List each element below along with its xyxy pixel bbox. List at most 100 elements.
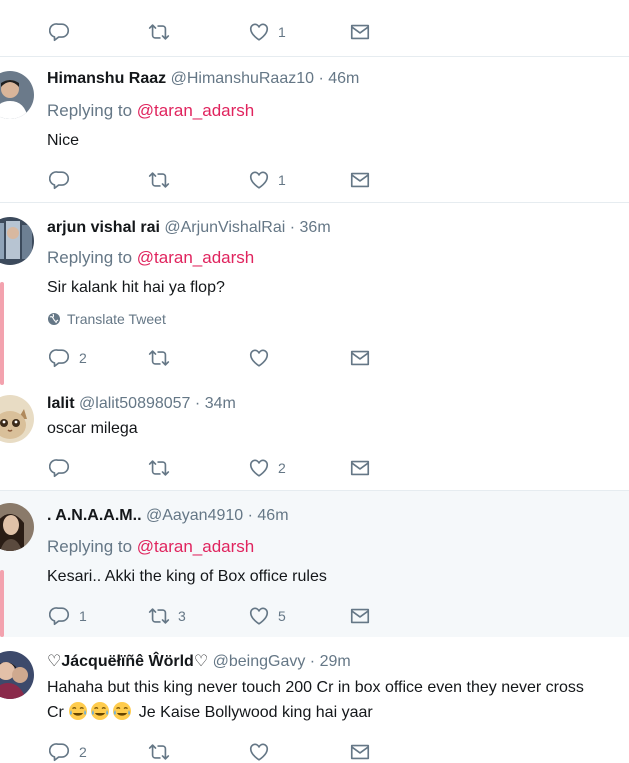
avatar[interactable] [0,395,34,443]
reply-icon [49,741,71,763]
like-button[interactable]: 1 [248,169,286,191]
tweet-partial-top[interactable]: 1 [0,0,629,56]
tweet-text-suffix: Je Kaise Bollywood king hai yaar [138,704,373,721]
profile-photo [0,651,34,699]
author-handle[interactable]: @HimanshuRaaz10 [171,70,314,87]
envelope-icon [349,347,371,369]
like-count: 1 [278,24,286,40]
envelope-icon [349,169,371,191]
tweet[interactable]: Himanshu Raaz @HimanshuRaaz10 · 46m Repl… [0,57,629,202]
tweet-text: Kesari.. Akki the king of Box office rul… [47,568,327,585]
reply-icon [49,605,71,627]
retweet-count: 3 [178,608,186,624]
direct-message-button[interactable] [349,741,371,763]
timestamp[interactable]: 34m [205,395,236,412]
tweet-header: Himanshu Raaz @HimanshuRaaz10 · 46m [47,69,359,89]
author-handle[interactable]: @Aayan4910 [146,507,243,524]
retweet-icon [148,741,170,763]
laughing-tears-emoji [90,701,110,721]
replying-to: Replying to @taran_adarsh [47,248,254,268]
author-name[interactable]: Himanshu Raaz [47,70,166,87]
tweet[interactable]: . A.N.A.A.M.. @Aayan4910 · 46m Replying … [0,491,629,637]
reply-icon [49,21,71,43]
tweet-header: arjun vishal rai @ArjunVishalRai · 36m [47,218,331,238]
retweet-icon [148,347,170,369]
translate-label: Translate Tweet [67,311,166,327]
author-handle[interactable]: @beingGavy [213,653,306,670]
author-handle[interactable]: @ArjunVishalRai [164,219,285,236]
tweet[interactable]: ♡Jácquëłïñê Ŵörld♡ @beingGavy · 29m Haha… [0,637,629,750]
reply-button[interactable] [49,169,71,191]
laughing-tears-emoji [112,701,132,721]
profile-photo [0,395,34,443]
mention-link[interactable]: @taran_adarsh [137,537,254,556]
reply-button[interactable] [49,457,71,479]
replying-to: Replying to @taran_adarsh [47,101,254,121]
tweet-text: oscar milega [47,420,138,437]
tweet[interactable]: arjun vishal rai @ArjunVishalRai · 36m R… [0,203,629,385]
reply-button[interactable]: 2 [49,347,87,369]
envelope-icon [349,21,371,43]
separator-dot: · [309,653,316,670]
direct-message-button[interactable] [349,347,371,369]
heart-icon [248,169,270,191]
reply-count: 1 [79,608,87,624]
timestamp[interactable]: 36m [300,219,331,236]
like-button[interactable]: 1 [248,21,286,43]
heart-icon [248,21,270,43]
author-name[interactable]: ♡Jácquëłïñê Ŵörld♡ [47,653,208,670]
profile-photo [0,217,34,265]
avatar[interactable] [0,651,34,699]
retweet-button[interactable] [148,169,170,191]
author-name[interactable]: . A.N.A.A.M.. [47,507,142,524]
direct-message-button[interactable] [349,21,371,43]
tweet-actions: 1 3 5 [49,605,389,627]
reply-button[interactable]: 2 [49,741,87,763]
timestamp[interactable]: 46m [328,70,359,87]
reply-button[interactable] [49,21,71,43]
retweet-icon [148,605,170,627]
retweet-button[interactable] [148,21,170,43]
retweet-button[interactable] [148,741,170,763]
heart-icon [248,605,270,627]
retweet-button[interactable]: 3 [148,605,186,627]
direct-message-button[interactable] [349,457,371,479]
translate-tweet-link[interactable]: Translate Tweet [47,310,166,328]
reply-count: 2 [79,350,87,366]
like-button[interactable] [248,741,270,763]
laughing-tears-emoji [68,701,88,721]
like-button[interactable]: 5 [248,605,286,627]
author-handle[interactable]: @lalit50898057 [79,395,190,412]
author-name[interactable]: arjun vishal rai [47,219,160,236]
like-button[interactable] [248,347,270,369]
profile-photo [0,503,34,551]
separator-dot: · [247,507,253,524]
tweet-actions: 2 [49,457,389,479]
tweet-text: Nice [47,132,80,149]
retweet-button[interactable] [148,457,170,479]
direct-message-button[interactable] [349,169,371,191]
mention-link[interactable]: @taran_adarsh [137,248,254,267]
like-count: 2 [278,460,286,476]
direct-message-button[interactable] [349,605,371,627]
reply-icon [49,169,71,191]
author-name[interactable]: lalit [47,395,75,412]
tweet-header: lalit @lalit50898057 · 34m [47,394,236,414]
tweet-header: . A.N.A.A.M.. @Aayan4910 · 46m [47,506,289,526]
separator-dot: · [289,219,296,236]
timestamp[interactable]: 29m [320,653,351,670]
replying-to-label: Replying to [47,101,133,120]
timestamp[interactable]: 46m [257,507,288,524]
tweet[interactable]: lalit @lalit50898057 · 34m oscar milega … [0,385,629,490]
like-button[interactable]: 2 [248,457,286,479]
mention-link[interactable]: @taran_adarsh [137,101,254,120]
avatar[interactable] [0,217,34,265]
retweet-button[interactable] [148,347,170,369]
avatar[interactable] [0,503,34,551]
reply-button[interactable]: 1 [49,605,87,627]
reply-icon [49,347,71,369]
replying-to-label: Replying to [47,248,133,267]
profile-photo [0,71,34,119]
like-count: 5 [278,608,286,624]
avatar[interactable] [0,71,34,119]
